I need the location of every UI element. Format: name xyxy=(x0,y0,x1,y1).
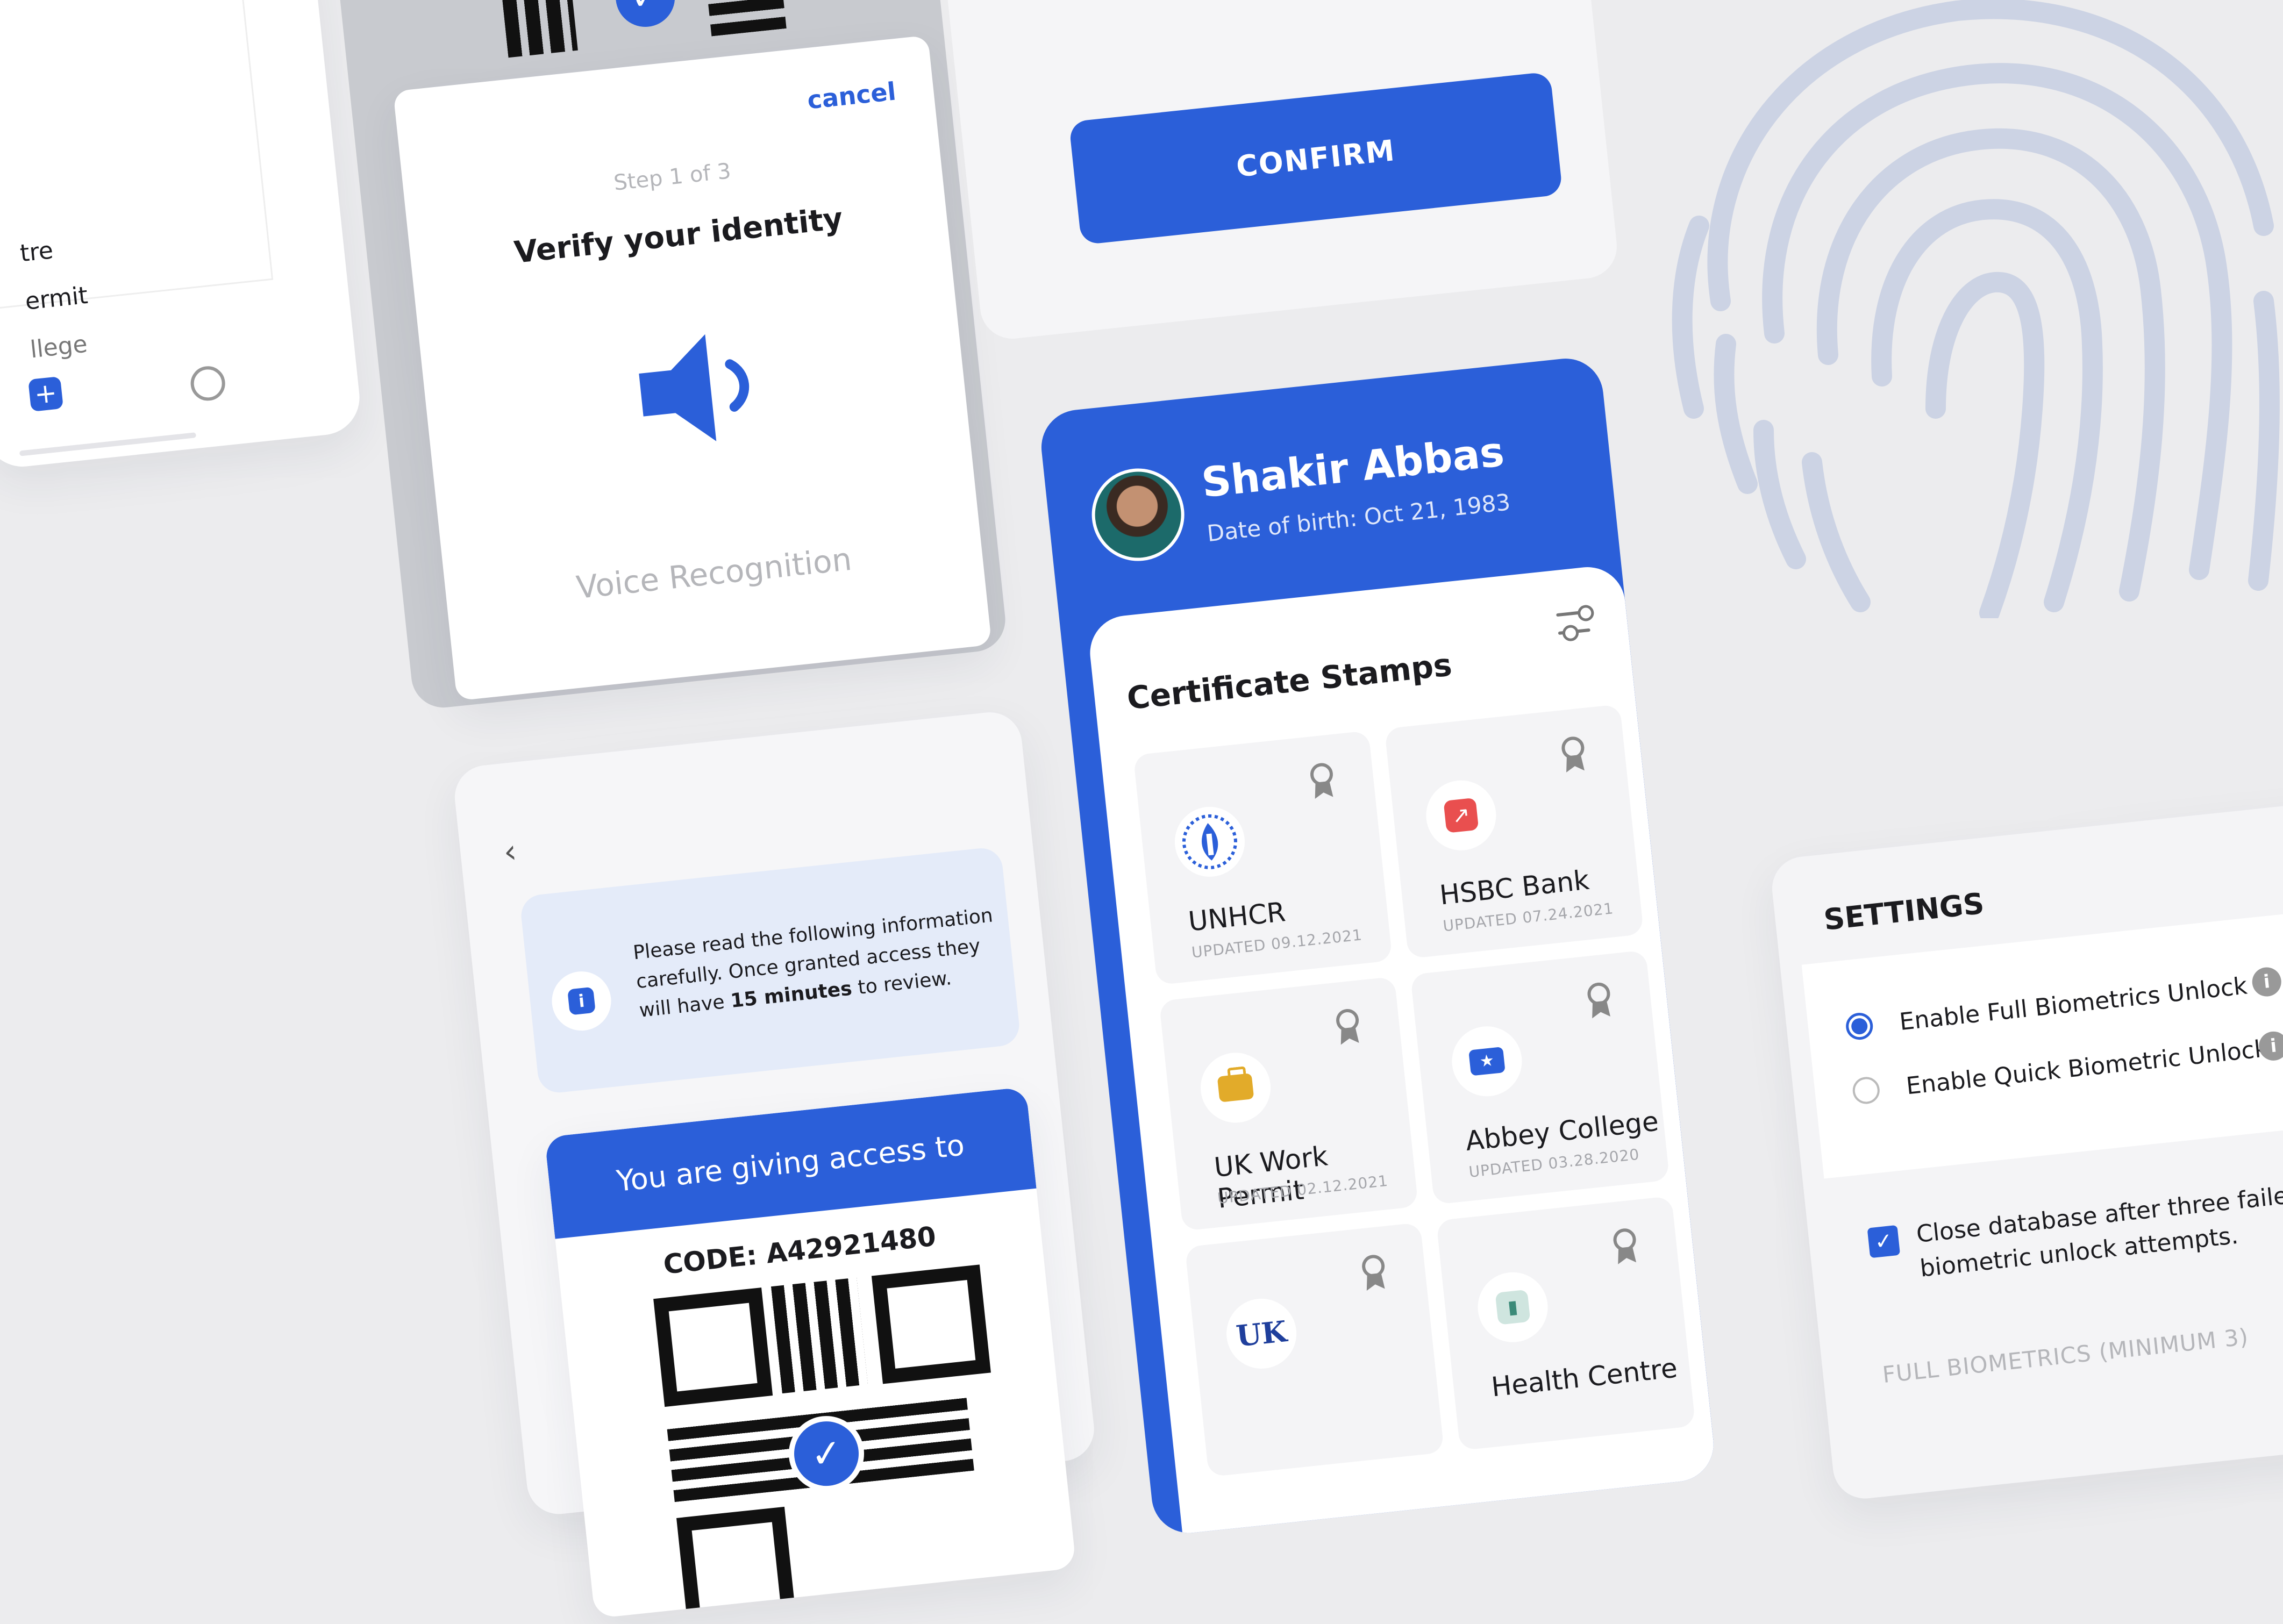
left-panel: tre ermit llege + xyxy=(0,0,363,470)
access-banner: You are giving access to xyxy=(544,1086,1037,1239)
section-title: Certificate Stamps xyxy=(1125,646,1454,717)
stamp-title: UNHCR xyxy=(1187,896,1287,938)
verify-modal: cancel Step 1 of 3 Verify your identity … xyxy=(393,35,992,701)
unhcr-logo-icon xyxy=(1171,803,1248,881)
speaker-icon xyxy=(639,334,750,441)
profile-panel: Shakir Abbas Date of birth: Oct 21, 1983… xyxy=(1038,355,1717,1537)
stamp-card[interactable]: UK Work Permit UPDATED 02.12.2021 xyxy=(1159,976,1418,1232)
bar-chart-icon: ▮ xyxy=(1474,1269,1551,1346)
award-icon xyxy=(1336,1008,1359,1045)
qr-code: ✓ xyxy=(653,1264,991,1619)
stamp-card[interactable]: ★ Abbey College UPDATED 03.28.2020 xyxy=(1410,950,1670,1205)
stamp-card[interactable]: UNHCR UPDATED 09.12.2021 xyxy=(1133,730,1393,985)
stamp-title: Health Centre xyxy=(1489,1352,1679,1403)
stamp-card[interactable]: ↗ HSBC Bank UPDATED 07.24.2021 xyxy=(1384,704,1644,959)
settings-panel: SETTINGS Enable Full Biometrics Unlock i… xyxy=(1769,798,2283,1502)
option-full-label[interactable]: Enable Full Biometrics Unlock xyxy=(1898,972,2249,1036)
award-icon xyxy=(1587,982,1610,1019)
avatar xyxy=(1087,464,1189,566)
award-icon xyxy=(1613,1228,1637,1264)
briefcase-icon xyxy=(1197,1049,1274,1126)
fingerprint-icon xyxy=(1672,0,2280,618)
close-db-checkbox[interactable]: ✓ xyxy=(1867,1225,1901,1258)
award-icon xyxy=(1561,736,1585,772)
info-text: will have xyxy=(638,991,726,1022)
full-biometrics-label: FULL BIOMETRICS (MINIMUM 3) xyxy=(1881,1323,2250,1389)
voice-recognition-label: Voice Recognition xyxy=(574,540,854,606)
stamp-card[interactable]: UK xyxy=(1185,1222,1445,1477)
info-icon[interactable]: i xyxy=(2251,965,2283,998)
radio-full-biometrics[interactable] xyxy=(1844,1011,1874,1041)
confirm-panel: CONFIRM xyxy=(941,0,1620,342)
award-icon xyxy=(1310,763,1333,799)
option-quick-label[interactable]: Enable Quick Biometric Unlock xyxy=(1905,1035,2270,1100)
info-box: i Please read the following information … xyxy=(519,846,1022,1095)
ticket-icon: ★ xyxy=(1449,1022,1525,1100)
add-button[interactable]: + xyxy=(28,376,64,412)
back-button[interactable]: ‹ xyxy=(502,832,518,871)
info-text: to review. xyxy=(857,967,953,999)
verify-panel: ✓ cancel Step 1 of 3 Verify your identit… xyxy=(333,0,1009,711)
list-item[interactable]: ermit xyxy=(24,282,89,316)
chart-icon: ↗ xyxy=(1422,777,1500,854)
radio-quick-biometrics[interactable] xyxy=(1851,1075,1881,1105)
cancel-button[interactable]: cancel xyxy=(806,76,897,115)
check-icon: ✓ xyxy=(612,0,678,30)
uk-logo-icon: UK xyxy=(1223,1295,1300,1372)
info-icon: i xyxy=(549,968,614,1034)
stamp-card[interactable]: ▮ Health Centre xyxy=(1436,1196,1696,1451)
list-item[interactable]: llege xyxy=(29,331,89,364)
clock-icon[interactable] xyxy=(189,364,227,403)
access-panel: ‹ i Please read the following informatio… xyxy=(452,709,1097,1619)
award-icon xyxy=(1362,1255,1385,1291)
confirm-button[interactable]: CONFIRM xyxy=(1068,71,1563,245)
list-item[interactable]: tre xyxy=(19,237,54,267)
settings-title: SETTINGS xyxy=(1822,886,1986,937)
filter-icon[interactable] xyxy=(1556,604,1596,642)
